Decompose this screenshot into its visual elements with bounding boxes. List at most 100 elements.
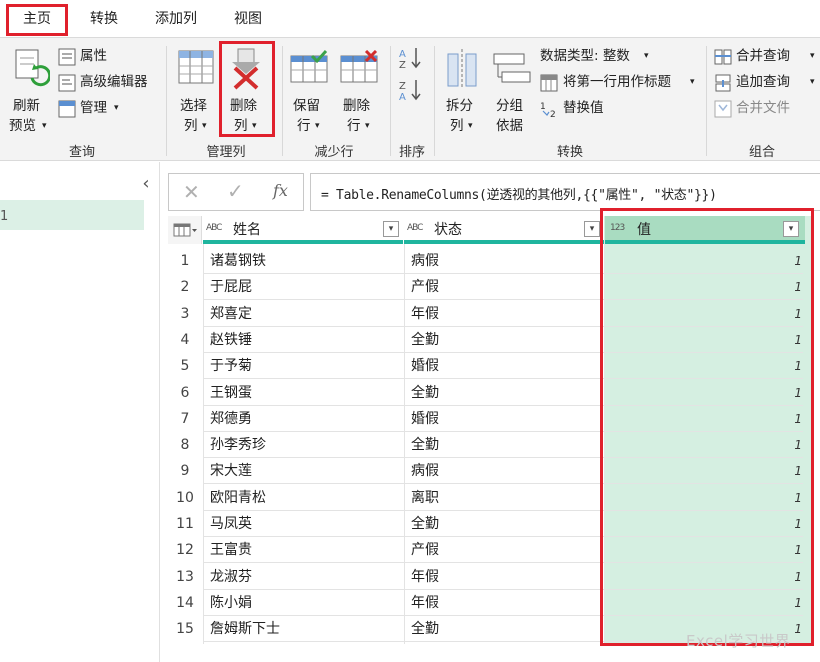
keep-rows-button[interactable]: 保留 行 ▾ <box>288 44 332 136</box>
column-header-name-label: 姓名 <box>233 222 261 238</box>
status-cell[interactable]: 离职 <box>411 485 439 511</box>
replace-values-button[interactable]: 12 替换值 <box>540 98 630 120</box>
svg-text:Z: Z <box>399 60 406 70</box>
remove-rows-label-1: 删除 <box>343 98 370 114</box>
name-cell[interactable]: 马凤英 <box>210 511 252 537</box>
row-number[interactable]: 1 <box>168 248 202 274</box>
tab-view-label: 视图 <box>234 11 262 27</box>
remove-rows-icon <box>340 50 378 83</box>
status-cell[interactable]: 全勤 <box>411 380 439 406</box>
column-filter-dropdown[interactable]: ▾ <box>584 221 600 237</box>
advanced-editor-label: 高级编辑器 <box>80 74 148 90</box>
name-cell[interactable]: 于屁屁 <box>210 274 252 300</box>
table-corner[interactable] <box>168 216 202 244</box>
tab-add-column[interactable]: 添加列 <box>146 0 206 36</box>
data-type-dropdown[interactable]: 数据类型: 整数 ▾ <box>540 46 660 68</box>
remove-rows-label-2: 行 <box>347 118 361 134</box>
row-number[interactable]: 13 <box>168 564 202 590</box>
name-cell[interactable]: 宋大莲 <box>210 458 252 484</box>
row-number[interactable]: 7 <box>168 406 202 432</box>
svg-text:1: 1 <box>540 102 546 112</box>
formula-bar-buttons: ✕ ✓ fx <box>168 173 304 211</box>
name-cell[interactable]: 陈小娟 <box>210 590 252 616</box>
row-number[interactable]: 12 <box>168 537 202 563</box>
sort-descending-button[interactable]: ZA <box>398 78 424 103</box>
row-number[interactable]: 15 <box>168 616 202 642</box>
svg-text:A: A <box>399 92 406 102</box>
status-cell[interactable]: 婚假 <box>411 406 439 432</box>
fx-icon[interactable]: fx <box>273 181 288 200</box>
row-number[interactable]: 11 <box>168 511 202 537</box>
manage-button[interactable]: 管理 ▾ <box>58 98 138 120</box>
status-cell[interactable]: 全勤 <box>411 432 439 458</box>
row-number[interactable]: 2 <box>168 274 202 300</box>
separator <box>282 46 283 156</box>
status-cell[interactable]: 病假 <box>411 458 439 484</box>
status-cell[interactable]: 年假 <box>411 590 439 616</box>
name-cell[interactable]: 欧阳青松 <box>210 485 266 511</box>
cancel-formula-icon[interactable]: ✕ <box>183 180 200 204</box>
collapse-pane-button[interactable]: ‹ <box>136 174 156 194</box>
group-by-button[interactable]: 分组 依据 <box>490 44 534 136</box>
properties-label: 属性 <box>80 48 107 64</box>
name-cell[interactable]: 于予菊 <box>210 353 252 379</box>
name-cell[interactable]: 郑德勇 <box>210 406 252 432</box>
column-filter-dropdown[interactable]: ▾ <box>383 221 399 237</box>
append-queries-button[interactable]: 追加查询 ▾ <box>714 72 820 94</box>
status-cell[interactable]: 产假 <box>411 537 439 563</box>
split-column-button[interactable]: 拆分 列 ▾ <box>440 44 484 136</box>
query-list-item[interactable]: 表1 <box>0 200 144 230</box>
tab-view[interactable]: 视图 <box>224 0 272 36</box>
separator <box>166 46 167 156</box>
name-cell[interactable]: 王钢蛋 <box>210 380 252 406</box>
confirm-formula-icon[interactable]: ✓ <box>227 179 244 203</box>
group-label-transform: 转换 <box>556 145 583 160</box>
name-cell[interactable]: 诸葛钢铁 <box>210 248 266 274</box>
manage-icon <box>58 100 76 118</box>
status-cell[interactable]: 产假 <box>411 274 439 300</box>
row-number[interactable]: 14 <box>168 590 202 616</box>
row-number[interactable]: 9 <box>168 458 202 484</box>
column-header-status[interactable]: ABC 状态 ▾ <box>404 216 604 244</box>
status-cell[interactable]: 全勤 <box>411 511 439 537</box>
row-number[interactable]: 5 <box>168 353 202 379</box>
name-cell[interactable]: 孙李秀珍 <box>210 432 266 458</box>
chevron-down-icon: ▾ <box>810 51 815 61</box>
properties-button[interactable]: 属性 <box>58 46 158 68</box>
row-number[interactable]: 8 <box>168 432 202 458</box>
row-number[interactable]: 10 <box>168 485 202 511</box>
name-cell[interactable]: 郑喜定 <box>210 301 252 327</box>
separator <box>706 46 707 156</box>
row-number[interactable]: 3 <box>168 301 202 327</box>
status-cell[interactable]: 全勤 <box>411 327 439 353</box>
advanced-editor-button[interactable]: 高级编辑器 <box>58 72 162 94</box>
group-by-label-1: 分组 <box>496 98 523 114</box>
status-cell[interactable]: 全勤 <box>411 616 439 642</box>
remove-rows-button[interactable]: 删除 行 ▾ <box>338 44 382 136</box>
sort-ascending-button[interactable]: AZ <box>398 46 424 71</box>
choose-columns-button[interactable]: 选择 列 ▾ <box>174 44 218 136</box>
name-cell[interactable]: 赵铁锤 <box>210 327 252 353</box>
chevron-down-icon: ▾ <box>468 121 473 131</box>
refresh-preview-button[interactable]: 刷新 预览 ▾ <box>4 44 54 134</box>
group-by-label-2: 依据 <box>496 118 523 134</box>
merge-queries-button[interactable]: 合并查询 ▾ <box>714 46 820 68</box>
row-number[interactable]: 4 <box>168 327 202 353</box>
formula-input[interactable]: = Table.RenameColumns(逆透视的其他列,{{"属性", "状… <box>310 173 820 211</box>
split-column-icon <box>447 49 477 88</box>
status-cell[interactable]: 年假 <box>411 564 439 590</box>
use-first-row-as-headers-button[interactable]: 将第一行用作标题 ▾ <box>540 72 700 94</box>
tab-transform[interactable]: 转换 <box>80 0 128 36</box>
name-cell[interactable]: 詹姆斯下士 <box>210 616 280 642</box>
first-row-header-label: 将第一行用作标题 <box>563 74 671 90</box>
combine-files-button[interactable]: 合并文件 <box>714 98 814 120</box>
column-header-name[interactable]: ABC 姓名 ▾ <box>203 216 403 244</box>
status-cell[interactable]: 年假 <box>411 301 439 327</box>
status-cell[interactable]: 病假 <box>411 248 439 274</box>
chevron-down-icon: ▾ <box>114 103 119 113</box>
row-number[interactable]: 6 <box>168 380 202 406</box>
status-cell[interactable]: 婚假 <box>411 353 439 379</box>
name-cell[interactable]: 龙淑芬 <box>210 564 252 590</box>
remove-columns-highlight <box>219 41 275 137</box>
name-cell[interactable]: 王富贵 <box>210 537 252 563</box>
